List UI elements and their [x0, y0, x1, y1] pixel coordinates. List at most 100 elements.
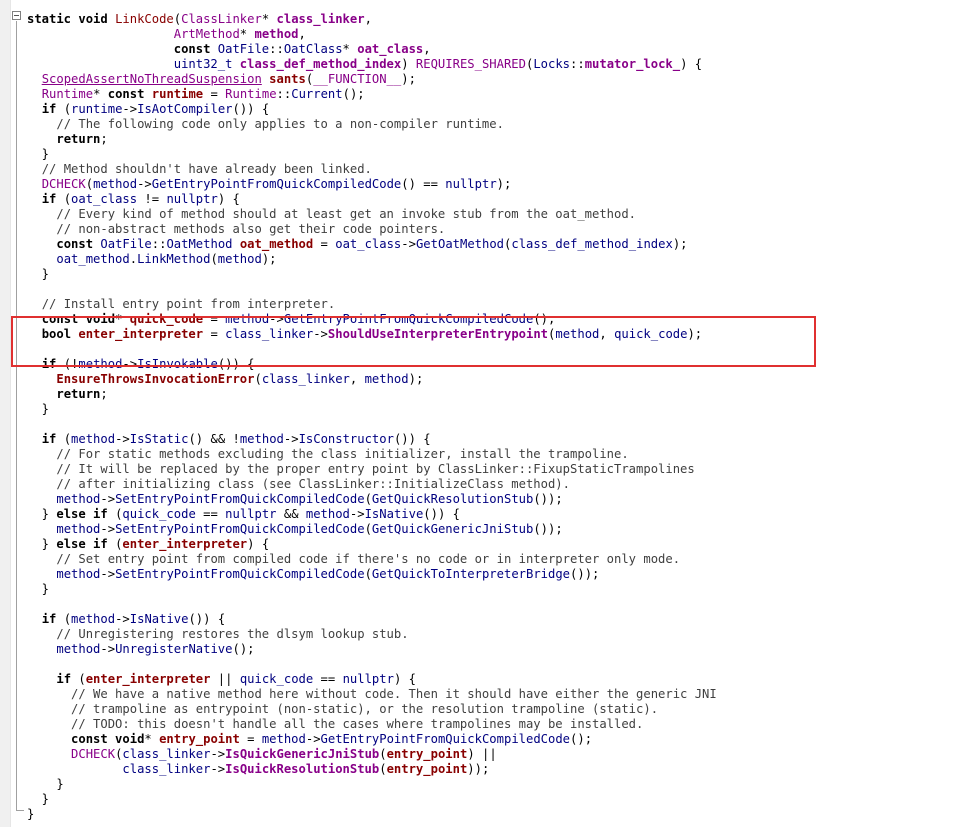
code-token: ->: [349, 507, 365, 521]
code-token: ArtMethod: [173, 27, 240, 41]
code-token: ;: [100, 132, 108, 146]
code-token: method: [93, 177, 138, 191]
code-line: } else if (enter_interpreter) {: [27, 537, 717, 552]
code-line: } else if (quick_code == nullptr && meth…: [27, 507, 717, 522]
code-token: (: [210, 252, 218, 266]
code-token: }: [27, 402, 50, 416]
code-token: *: [239, 27, 255, 41]
code-token: else if: [56, 507, 116, 521]
code-token: );: [401, 72, 416, 86]
code-token: GetQuickGenericJniStub: [371, 522, 534, 536]
code-token: GetOatMethod: [415, 237, 505, 251]
code-token: DCHECK: [71, 747, 116, 761]
code-token: ) {: [247, 537, 270, 551]
code-token: oat_class: [357, 42, 424, 56]
code-line: // For static methods excluding the clas…: [27, 447, 717, 462]
code-token: }: [27, 792, 50, 806]
code-token: *: [144, 732, 160, 746]
code-line: EnsureThrowsInvocationError(class_linker…: [27, 372, 717, 387]
code-line: class_linker->IsQuickResolutionStub(entr…: [27, 762, 717, 777]
code-token: return: [56, 132, 101, 146]
code-editor[interactable]: static void LinkCode(ClassLinker* class_…: [0, 0, 975, 827]
code-line: if (runtime->IsAotCompiler()) {: [27, 102, 717, 117]
code-token: ->: [401, 237, 416, 251]
code-token: =: [239, 732, 262, 746]
code-token: ();: [342, 87, 365, 101]
code-token: // We have a native method here without …: [71, 687, 717, 701]
code-token: (: [78, 672, 86, 686]
code-token: runtime: [151, 87, 204, 101]
code-token: method: [305, 507, 350, 521]
code-line: }: [27, 582, 717, 597]
code-token: }: [27, 147, 50, 161]
code-token: (: [364, 522, 372, 536]
code-token: // TODO: this doesn't handle all the cas…: [71, 717, 644, 731]
code-line: // Install entry point from interpreter.: [27, 297, 717, 312]
code-token: // Every kind of method should at least …: [56, 207, 637, 221]
code-token: ==: [313, 672, 343, 686]
code-token: method: [71, 432, 116, 446]
code-token: oat_class: [71, 192, 138, 206]
fold-guide-line: [16, 21, 17, 811]
code-token: GetEntryPointFromQuickCompiledCode: [151, 177, 402, 191]
code-token: ==: [195, 507, 226, 521]
code-token: nullptr: [342, 672, 394, 686]
code-line: // Set entry point from compiled code if…: [27, 552, 717, 567]
code-token: nullptr: [225, 507, 277, 521]
code-line: // It will be replaced by the proper ent…: [27, 462, 717, 477]
code-line: method->UnregisterNative();: [27, 642, 717, 657]
code-token: // trampoline as entrypoint (non-static)…: [71, 702, 659, 716]
code-token: (: [63, 192, 72, 206]
code-token: ,: [349, 372, 365, 386]
code-token: ) {: [217, 192, 240, 206]
code-token: (: [364, 567, 372, 581]
code-token: ->: [115, 612, 130, 626]
code-token: method: [364, 372, 409, 386]
code-token: method: [56, 522, 101, 536]
code-line: if (method->IsStatic() && !method->IsCon…: [27, 432, 717, 447]
code-token: *: [261, 12, 277, 26]
code-token: __FUNCTION__: [313, 72, 402, 86]
code-token: ClassLinker: [181, 12, 262, 26]
code-line: // after initializing class (see ClassLi…: [27, 477, 717, 492]
code-token: const: [107, 87, 152, 101]
code-line: // Unregistering restores the dlsym look…: [27, 627, 717, 642]
code-token: }: [27, 582, 50, 596]
editor-gutter: [0, 0, 11, 827]
code-line: // TODO: this doesn't handle all the cas…: [27, 717, 717, 732]
code-token: GetEntryPointFromQuickCompiledCode: [320, 732, 571, 746]
code-area[interactable]: static void LinkCode(ClassLinker* class_…: [27, 12, 717, 822]
code-token: method: [217, 252, 262, 266]
code-line: return;: [27, 387, 717, 402]
code-token: ,: [423, 42, 431, 56]
code-token: ||: [210, 672, 240, 686]
fold-guide-end: [16, 810, 24, 811]
code-token: );: [261, 252, 277, 266]
code-token: ;: [100, 387, 108, 401]
code-line: DCHECK(method->GetEntryPointFromQuickCom…: [27, 177, 717, 192]
collapse-fold-icon[interactable]: [12, 11, 21, 20]
code-token: GetQuickToInterpreterBridge: [371, 567, 571, 581]
code-token: IsQuickGenericJniStub: [225, 747, 380, 761]
code-token: *: [342, 42, 358, 56]
code-token: if: [41, 432, 64, 446]
code-line: }: [27, 777, 717, 792]
